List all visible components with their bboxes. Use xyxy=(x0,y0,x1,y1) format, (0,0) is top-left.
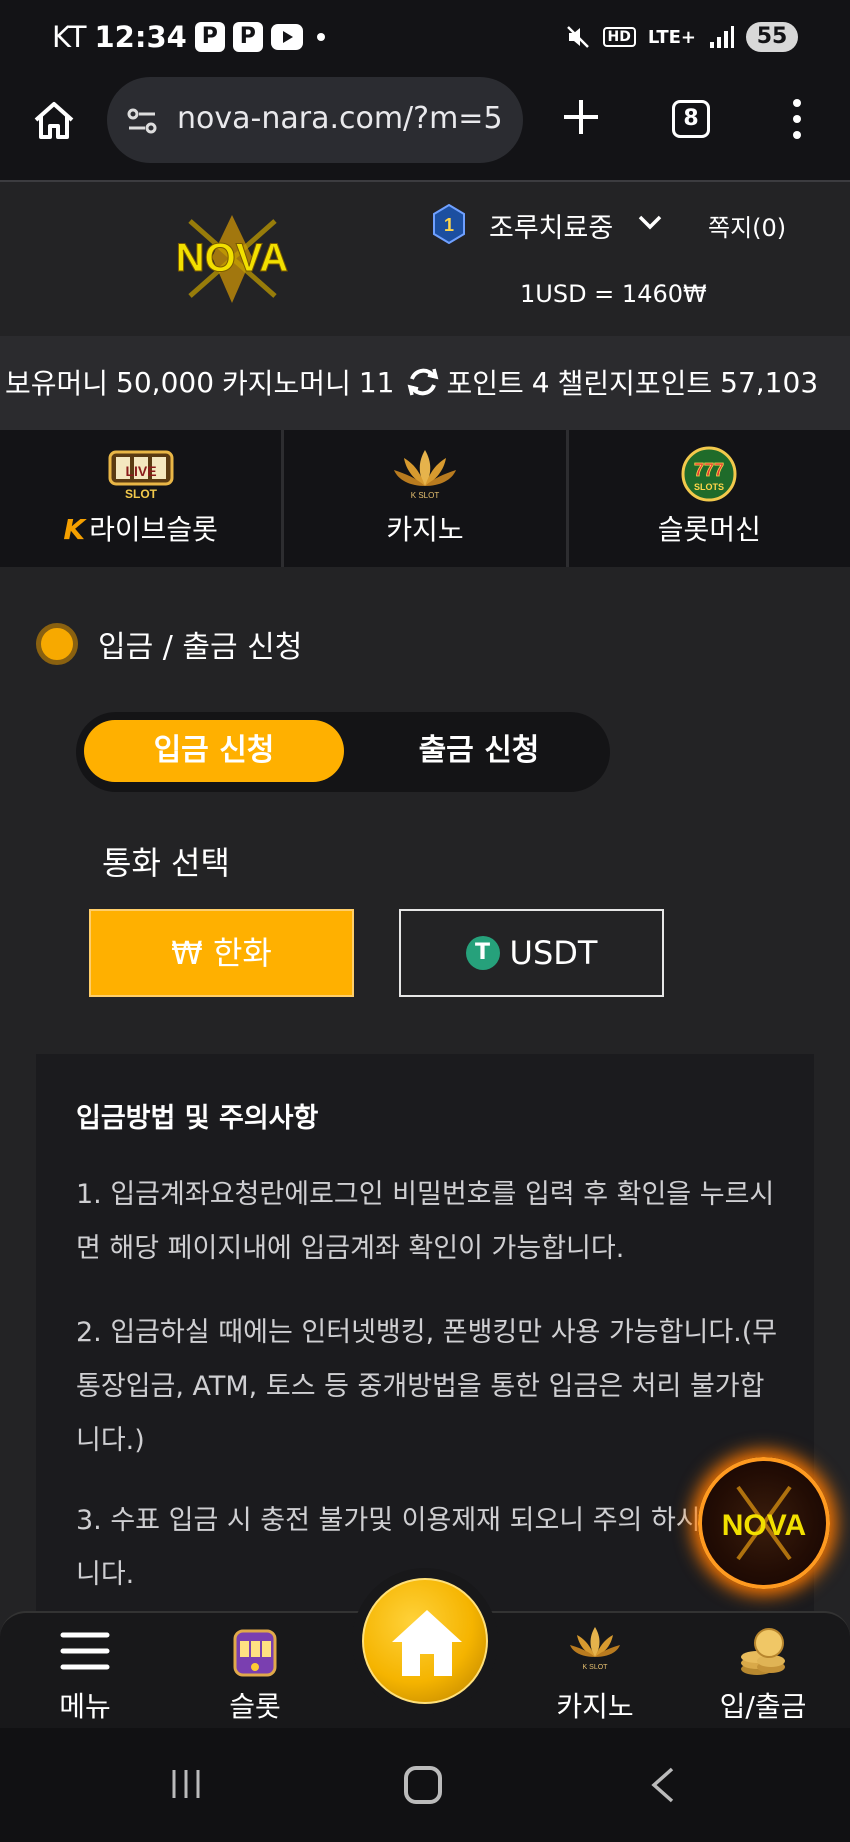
nova-logo-icon: NOVA xyxy=(722,1485,806,1561)
floating-nova-button[interactable]: NOVA xyxy=(698,1457,830,1589)
balance-row: 보유머니 50,000 카지노머니 11 포인트 4 챌린지포인트 57,103 xyxy=(5,362,826,402)
casino-money-value: 11 xyxy=(358,365,395,399)
level-badge-icon: 1 xyxy=(433,204,465,244)
section-bullet-icon xyxy=(36,623,78,665)
status-left: KT 12:34 P P xyxy=(52,20,325,54)
home-button[interactable] xyxy=(352,1568,498,1714)
nav-live-slot-label: K 라이브슬롯 xyxy=(63,513,218,546)
svg-text:K SLOT: K SLOT xyxy=(411,491,440,500)
tether-icon: T xyxy=(465,936,500,970)
section-title-text: 입금 / 출금 신청 xyxy=(98,630,303,665)
point-value: 4 xyxy=(531,365,550,399)
currency-select-label: 통화 선택 xyxy=(102,844,230,882)
tab-deposit[interactable]: 입금 신청 xyxy=(84,720,344,782)
site-header: NOVA 1 조루치료중 쪽지(0) 1USD = 1460₩ xyxy=(0,184,850,336)
notification-dot-icon xyxy=(316,33,325,41)
currency-usdt-label: USDT xyxy=(509,934,598,972)
casino-money-label: 카지노머니 xyxy=(222,367,351,400)
p-app-icon: P xyxy=(232,22,263,52)
casino-lotus-icon: K SLOT xyxy=(570,1627,620,1671)
svg-text:1: 1 xyxy=(444,215,454,235)
holding-money-label: 보유머니 xyxy=(5,367,109,400)
new-tab-icon[interactable] xyxy=(560,96,602,138)
slot-777-icon: 777 SLOTS xyxy=(681,446,737,502)
p-app-icon: P xyxy=(194,22,225,52)
section-title: 입금 / 출금 신청 xyxy=(36,622,302,666)
coin-stack-icon xyxy=(741,1628,785,1675)
tab-switcher-button[interactable]: 8 xyxy=(672,100,710,138)
bottom-nav-deposit-label: 입/출금 xyxy=(719,1690,807,1723)
svg-text:LIVE: LIVE xyxy=(125,463,156,479)
bottom-nav-menu[interactable]: 메뉴 xyxy=(20,1623,150,1725)
chevron-down-icon[interactable] xyxy=(636,208,664,236)
home-icon xyxy=(392,1610,462,1676)
nav-casino-label: 카지노 xyxy=(386,513,464,546)
svg-text:NOVA: NOVA xyxy=(722,1509,806,1542)
url-text: nova-nara.com/?m=5 xyxy=(177,101,503,136)
game-category-nav: LIVE SLOT K 라이브슬롯 K SLOT 카지노 777 SLOTS 슬… xyxy=(0,430,850,567)
back-icon[interactable] xyxy=(648,1766,678,1804)
nova-logo[interactable]: NOVA xyxy=(140,211,325,306)
bottom-nav-slot-label: 슬롯 xyxy=(229,1690,281,1723)
balance-bar: 보유머니 50,000 카지노머니 11 포인트 4 챌린지포인트 57,103 xyxy=(0,336,850,430)
signal-icon xyxy=(710,26,734,48)
notice-title: 입금방법 및 주의사항 xyxy=(76,1103,319,1134)
tab-withdraw[interactable]: 출금 신청 xyxy=(356,720,602,782)
status-bar: KT 12:34 P P HD LTE+ 55 xyxy=(0,0,850,74)
notice-item: 1. 입금계좌요청란에로그인 비밀번호를 입력 후 확인을 누르시면 해당 페이… xyxy=(76,1179,775,1264)
challenge-point-label: 챌린지포인트 xyxy=(557,367,713,400)
svg-text:SLOT: SLOT xyxy=(125,487,158,501)
refresh-icon[interactable] xyxy=(406,365,440,399)
battery-icon: 55 xyxy=(746,22,798,52)
svg-text:K SLOT: K SLOT xyxy=(583,1664,609,1671)
notice-item: 2. 입금하실 때에는 인터넷뱅킹, 폰뱅킹만 사용 가능합니다.(무통장입금,… xyxy=(76,1317,778,1456)
bottom-nav-deposit-withdraw[interactable]: 입/출금 xyxy=(698,1623,828,1725)
hamburger-menu-icon xyxy=(60,1632,110,1670)
page: KT 12:34 P P HD LTE+ 55 nova-nara.com/?m… xyxy=(0,0,850,1842)
hd-icon: HD xyxy=(602,27,636,47)
point-label: 포인트 xyxy=(446,367,524,400)
browser-toolbar: nova-nara.com/?m=5 8 xyxy=(0,74,850,182)
k-brand-icon: K xyxy=(63,513,86,546)
more-menu-icon[interactable] xyxy=(790,99,804,143)
bottom-nav-casino[interactable]: K SLOT 카지노 xyxy=(530,1623,660,1725)
carrier: KT xyxy=(52,20,87,54)
nav-casino[interactable]: K SLOT 카지노 xyxy=(284,430,569,567)
svg-text:SLOTS: SLOTS xyxy=(694,482,724,492)
status-right: HD LTE+ 55 xyxy=(565,22,798,52)
svg-text:777: 777 xyxy=(694,460,724,480)
recent-apps-icon[interactable] xyxy=(168,1768,204,1800)
holding-money-value: 50,000 xyxy=(116,365,215,399)
username[interactable]: 조루치료중 xyxy=(489,206,613,245)
currency-usdt-button[interactable]: T USDT xyxy=(399,909,664,997)
browser-home-icon[interactable] xyxy=(30,96,78,144)
deposit-withdraw-toggle: 입금 신청 출금 신청 xyxy=(76,712,610,792)
address-bar[interactable]: nova-nara.com/?m=5 xyxy=(107,77,523,163)
casino-lotus-icon: K SLOT xyxy=(393,450,456,500)
bottom-nav-casino-label: 카지노 xyxy=(556,1690,634,1723)
youtube-icon xyxy=(270,24,303,50)
exchange-rate: 1USD = 1460₩ xyxy=(520,280,707,308)
mute-icon xyxy=(566,26,589,48)
network-type: LTE+ xyxy=(647,26,696,48)
home-button-face xyxy=(362,1578,488,1704)
currency-krw-button[interactable]: ₩ 한화 xyxy=(89,909,354,997)
nav-live-slot[interactable]: LIVE SLOT K 라이브슬롯 xyxy=(0,430,285,567)
svg-text:NOVA: NOVA xyxy=(176,236,289,280)
bottom-nav-slot[interactable]: 슬롯 xyxy=(190,1623,320,1725)
system-home-icon[interactable] xyxy=(404,1766,442,1804)
live-slot-icon: LIVE SLOT xyxy=(108,450,174,501)
bottom-nav-menu-label: 메뉴 xyxy=(59,1690,111,1723)
messages-link[interactable]: 쪽지(0) xyxy=(708,208,786,243)
system-nav-bar xyxy=(0,1728,850,1842)
challenge-point-value: 57,103 xyxy=(720,365,819,399)
nav-slot-machine-label: 슬롯머신 xyxy=(657,513,761,546)
clock: 12:34 xyxy=(94,20,187,54)
nav-slot-machine[interactable]: 777 SLOTS 슬롯머신 xyxy=(569,430,850,567)
slot-machine-icon xyxy=(233,1629,277,1677)
site-settings-icon[interactable] xyxy=(125,104,159,138)
